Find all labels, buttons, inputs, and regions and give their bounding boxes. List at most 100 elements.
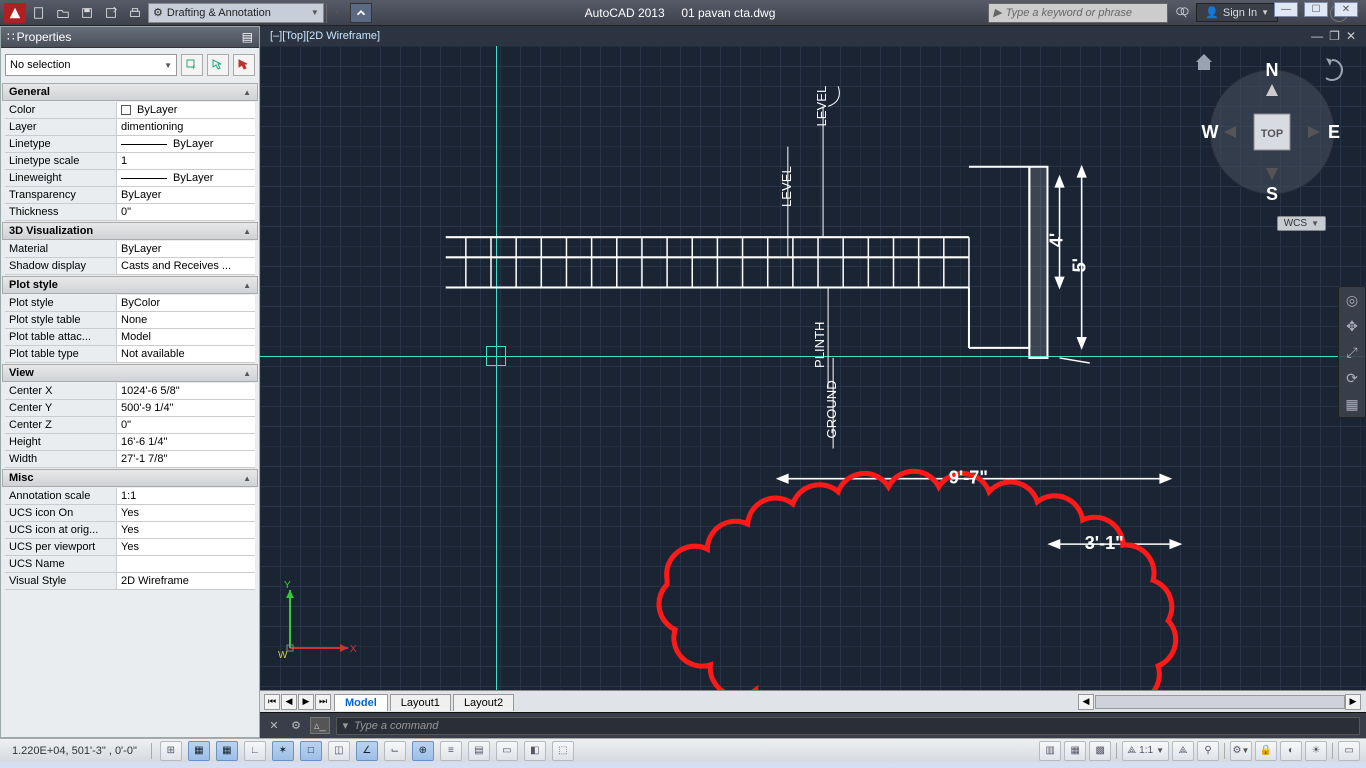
save-icon[interactable] (76, 3, 98, 23)
qp-toggle[interactable]: ▭ (496, 741, 518, 761)
model-button[interactable]: ▥ (1039, 741, 1061, 761)
ortho-toggle[interactable]: ∟ (244, 741, 266, 761)
os-minimize-button[interactable]: — (1274, 2, 1298, 17)
toggle-pickadd-button[interactable]: + (181, 54, 203, 76)
snap-toggle[interactable]: ▦ (188, 741, 210, 761)
clean-screen-button[interactable]: ▭ (1338, 741, 1360, 761)
prop-plotstyletable[interactable]: Plot style tableNone (5, 312, 255, 329)
workspace-switch-button[interactable]: ⚙▼ (1230, 741, 1252, 761)
dyn-toggle[interactable]: ⊕ (412, 741, 434, 761)
prop-annoscale[interactable]: Annotation scale1:1 (5, 488, 255, 505)
saveas-icon[interactable] (100, 3, 122, 23)
otrack-toggle[interactable]: ∠ (356, 741, 378, 761)
prop-width[interactable]: Width27'-1 7/8" (5, 451, 255, 468)
section-general[interactable]: General▲ (2, 83, 258, 101)
hscroll-left-button[interactable]: ◀ (1078, 694, 1094, 710)
model-viewport[interactable]: LEVEL LEVEL PLINTH GROUND 9'-7" 3'-1" 4'… (260, 46, 1366, 690)
am-toggle[interactable]: ⬚ (552, 741, 574, 761)
prop-visualstyle[interactable]: Visual Style2D Wireframe (5, 573, 255, 590)
viewport-minimize-icon[interactable]: — (1311, 29, 1323, 43)
search-icon[interactable] (1172, 3, 1192, 23)
new-icon[interactable] (28, 3, 50, 23)
os-maximize-button[interactable]: ☐ (1304, 2, 1328, 17)
quick-select-button[interactable] (233, 54, 255, 76)
select-objects-button[interactable] (207, 54, 229, 76)
pan-icon[interactable]: ✥ (1343, 317, 1361, 335)
ribbon-toggle-button[interactable] (350, 3, 372, 23)
prop-shadow[interactable]: Shadow displayCasts and Receives ... (5, 258, 255, 275)
tab-first-button[interactable]: ⏮ (264, 694, 280, 710)
tab-last-button[interactable]: ⏭ (315, 694, 331, 710)
infer-constraints-toggle[interactable]: ⊞ (160, 741, 182, 761)
hardware-accel-button[interactable]: ◐ (1280, 741, 1302, 761)
prop-lineweight[interactable]: LineweightByLayer (5, 170, 255, 187)
tab-layout1[interactable]: Layout1 (390, 694, 451, 711)
properties-title-bar[interactable]: ∷ Properties ▤ (1, 27, 259, 48)
section-view[interactable]: View▲ (2, 364, 258, 382)
prop-centery[interactable]: Center Y500'-9 1/4" (5, 400, 255, 417)
annoauto-toggle[interactable]: ⚲ (1197, 741, 1219, 761)
ducs-toggle[interactable]: ⌙ (384, 741, 406, 761)
viewport-header[interactable]: [‒][Top][2D Wireframe] — ❐ ✕ (260, 26, 1366, 46)
selection-dropdown[interactable]: No selection ▼ (5, 54, 177, 76)
prop-color[interactable]: ColorByLayer (5, 102, 255, 119)
prop-height[interactable]: Height16'-6 1/4" (5, 434, 255, 451)
cmdline-customize-icon[interactable]: ⚙ (288, 719, 304, 732)
zoom-extents-icon[interactable]: ⤢ (1343, 343, 1361, 361)
prop-ucsiconon[interactable]: UCS icon OnYes (5, 505, 255, 522)
viewport-restore-icon[interactable]: ❐ (1329, 29, 1340, 43)
qat-more-button[interactable]: ▼ (326, 3, 348, 23)
sc-toggle[interactable]: ◧ (524, 741, 546, 761)
toolbar-lock-button[interactable]: 🔒 (1255, 741, 1277, 761)
steering-wheel-icon[interactable]: ◎ (1343, 291, 1361, 309)
prop-centerx[interactable]: Center X1024'-6 5/8" (5, 383, 255, 400)
os-close-button[interactable]: ✕ (1334, 2, 1358, 17)
tab-prev-button[interactable]: ◀ (281, 694, 297, 710)
cmdline-close-icon[interactable]: ✕ (266, 719, 282, 732)
3dosnap-toggle[interactable]: ◫ (328, 741, 350, 761)
showmotion-icon[interactable]: ▦ (1343, 395, 1361, 413)
lwt-toggle[interactable]: ≡ (440, 741, 462, 761)
grip-icon[interactable]: ∷ (7, 30, 13, 44)
quickview-layouts-button[interactable]: ▦ (1064, 741, 1086, 761)
tab-model[interactable]: Model (334, 694, 388, 711)
workspace-dropdown[interactable]: ⚙ Drafting & Annotation ▼ (148, 3, 324, 23)
prop-ltscale[interactable]: Linetype scale1 (5, 153, 255, 170)
prop-linetype[interactable]: LinetypeByLayer (5, 136, 255, 153)
viewport-close-icon[interactable]: ✕ (1346, 29, 1356, 43)
isolate-button[interactable]: ☀ (1305, 741, 1327, 761)
viewcube[interactable]: N S W E TOP (1192, 52, 1352, 212)
prop-plottabletype[interactable]: Plot table typeNot available (5, 346, 255, 363)
prop-ucspervp[interactable]: UCS per viewportYes (5, 539, 255, 556)
hscroll-right-button[interactable]: ▶ (1345, 694, 1361, 710)
polar-toggle[interactable]: ✶ (272, 741, 294, 761)
coordinate-readout[interactable]: 1.220E+04, 501'-3" , 0'-0" (6, 745, 143, 757)
plot-icon[interactable] (124, 3, 146, 23)
prop-ucsname[interactable]: UCS Name (5, 556, 255, 573)
tab-next-button[interactable]: ▶ (298, 694, 314, 710)
section-3dvis[interactable]: 3D Visualization▲ (2, 222, 258, 240)
panel-menu-icon[interactable]: ▤ (242, 30, 253, 44)
annoscale-button[interactable]: ⟁1:1▼ (1122, 741, 1169, 761)
command-input[interactable]: ▾ Type a command (336, 717, 1360, 735)
annovis-toggle[interactable]: ⟁ (1172, 741, 1194, 761)
help-search-input[interactable]: ▶ Type a keyword or phrase (988, 3, 1168, 23)
orbit-icon[interactable]: ⟳ (1343, 369, 1361, 387)
hscrollbar[interactable] (1095, 695, 1345, 709)
quickview-drawings-button[interactable]: ▩ (1089, 741, 1111, 761)
prop-layer[interactable]: Layerdimentioning (5, 119, 255, 136)
app-menu-button[interactable] (4, 3, 26, 23)
section-misc[interactable]: Misc▲ (2, 469, 258, 487)
prop-transparency[interactable]: TransparencyByLayer (5, 187, 255, 204)
section-plot[interactable]: Plot style▲ (2, 276, 258, 294)
prop-plotstyle[interactable]: Plot styleByColor (5, 295, 255, 312)
osnap-toggle[interactable]: □ (300, 741, 322, 761)
wcs-dropdown[interactable]: WCS▼ (1277, 216, 1326, 231)
prop-plottableattached[interactable]: Plot table attac...Model (5, 329, 255, 346)
prop-ucsiconorig[interactable]: UCS icon at orig...Yes (5, 522, 255, 539)
tpy-toggle[interactable]: ▤ (468, 741, 490, 761)
open-icon[interactable] (52, 3, 74, 23)
prop-material[interactable]: MaterialByLayer (5, 241, 255, 258)
tab-layout2[interactable]: Layout2 (453, 694, 514, 711)
prop-centerz[interactable]: Center Z0" (5, 417, 255, 434)
